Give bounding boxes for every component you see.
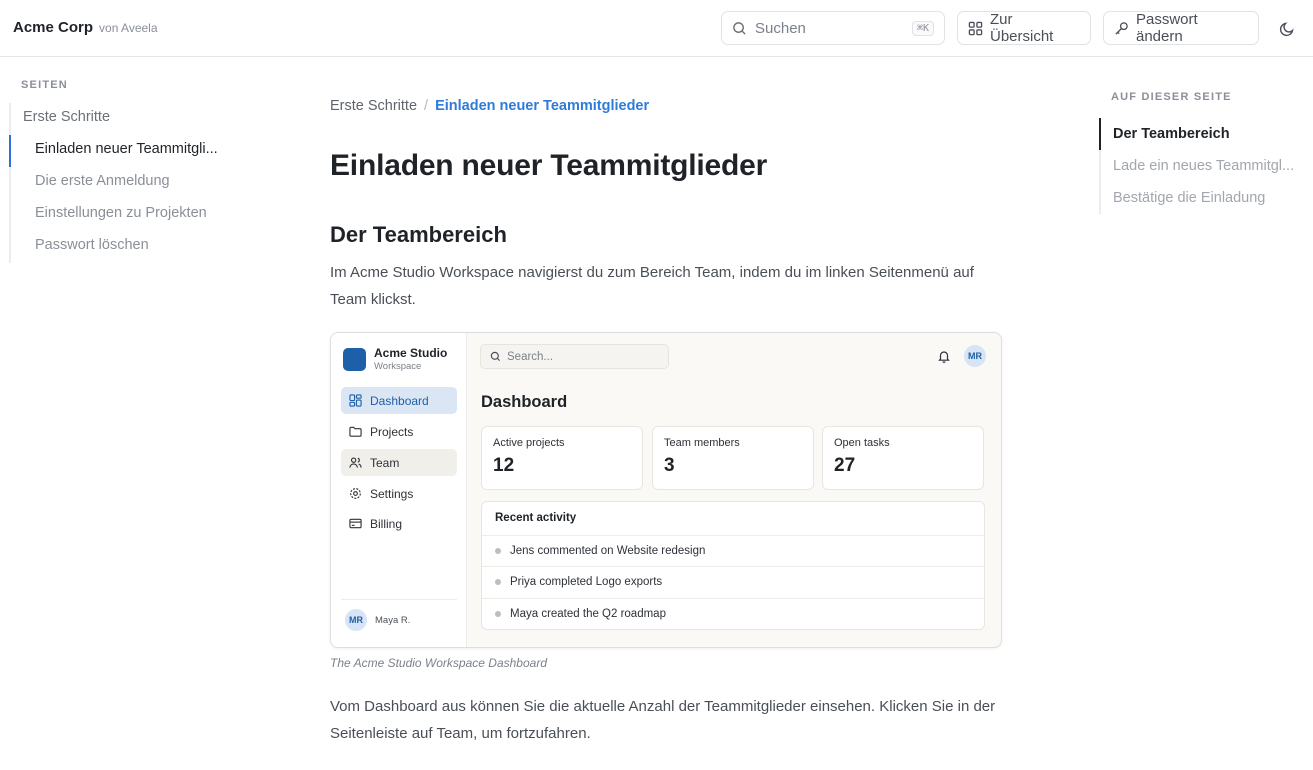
- breadcrumb-root[interactable]: Erste Schritte: [330, 98, 417, 114]
- stat-card: Team members 3: [652, 426, 814, 490]
- dashboard-icon: [349, 394, 362, 407]
- brand[interactable]: Acme Corp von Aveela: [13, 19, 158, 36]
- sidebar-track: [9, 103, 11, 263]
- stat-label: Team members: [664, 437, 740, 449]
- gear-icon: [349, 487, 362, 500]
- bullet-icon: [495, 548, 501, 554]
- moon-icon: [1279, 21, 1295, 37]
- bell-icon: [937, 349, 951, 363]
- bullet-icon: [495, 579, 501, 585]
- paragraph-2: Vom Dashboard aus können Sie die aktuell…: [330, 698, 996, 742]
- stat-value: 3: [664, 455, 675, 476]
- shot-search: Search...: [480, 344, 669, 369]
- sidebar-item-erste-anmeldung[interactable]: Die erste Anmeldung: [35, 173, 170, 189]
- activity-row: Priya completed Logo exports: [482, 566, 984, 597]
- toc-heading: AUF DIESER SEITE: [1111, 91, 1232, 103]
- sidebar-item-passwort-loeschen[interactable]: Passwort löschen: [35, 237, 149, 253]
- activity-text: Priya completed Logo exports: [510, 576, 663, 588]
- sidebar-item-erste-schritte[interactable]: Erste Schritte: [23, 109, 110, 125]
- search-shortcut: ⌘K: [911, 20, 934, 36]
- overview-button[interactable]: Zur Übersicht: [957, 11, 1091, 45]
- sidebar-item-einladen[interactable]: Einladen neuer Teammitgli...: [35, 141, 230, 157]
- overview-label: Zur Übersicht: [990, 11, 1054, 45]
- stat-label: Open tasks: [834, 437, 890, 449]
- bullet-icon: [495, 611, 501, 617]
- shot-nav-team: Team: [341, 449, 457, 476]
- shot-divider: [341, 599, 457, 600]
- search-icon: [490, 351, 501, 362]
- stat-label: Active projects: [493, 437, 565, 449]
- shot-dashboard-title: Dashboard: [481, 393, 568, 411]
- search-input[interactable]: Suchen ⌘K: [721, 11, 945, 45]
- sidebar-active-indicator: [9, 135, 11, 167]
- section-title: Der Teambereich: [330, 222, 507, 247]
- workspace-logo: [343, 348, 366, 371]
- breadcrumb-separator: /: [424, 98, 429, 114]
- shot-sidebar: Acme Studio Workspace Dashboard Projects…: [331, 333, 467, 647]
- search-placeholder: Suchen: [755, 19, 806, 37]
- theme-toggle-button[interactable]: [1277, 19, 1297, 39]
- shot-search-placeholder: Search...: [507, 350, 554, 363]
- image-caption: The Acme Studio Workspace Dashboard: [330, 656, 547, 670]
- toc-item-teambereich[interactable]: Der Teambereich: [1113, 126, 1305, 142]
- search-icon: [732, 21, 747, 36]
- shot-nav-billing: Billing: [341, 510, 457, 537]
- shot-nav-label: Dashboard: [370, 393, 429, 408]
- activity-row: Jens commented on Website redesign: [482, 535, 984, 566]
- sidebar-item-einstellungen[interactable]: Einstellungen zu Projekten: [35, 205, 207, 221]
- change-password-button[interactable]: Passwort ändern: [1103, 11, 1259, 45]
- stat-value: 12: [493, 455, 515, 476]
- stat-card: Open tasks 27: [822, 426, 984, 490]
- folder-icon: [349, 425, 362, 438]
- dashboard-screenshot: Acme Studio Workspace Dashboard Projects…: [330, 332, 1002, 648]
- toc-active-indicator: [1099, 118, 1101, 150]
- stat-value: 27: [834, 455, 856, 476]
- workspace-sub: Workspace: [374, 361, 422, 372]
- recent-activity-card: Recent activity Jens commented on Websit…: [481, 501, 985, 630]
- shot-user-name: Maya R.: [375, 615, 411, 626]
- breadcrumb-current[interactable]: Einladen neuer Teammitglieder: [435, 98, 649, 114]
- change-password-label: Passwort ändern: [1136, 11, 1198, 45]
- shot-nav-settings: Settings: [341, 480, 457, 507]
- toc-item-bestaetige[interactable]: Bestätige die Einladung: [1113, 190, 1305, 206]
- key-icon: [1114, 21, 1129, 36]
- grid-icon: [968, 21, 983, 36]
- shot-nav-dashboard: Dashboard: [341, 387, 457, 414]
- shot-nav-label: Billing: [370, 516, 403, 531]
- activity-title: Recent activity: [495, 512, 577, 524]
- users-icon: [349, 456, 362, 469]
- activity-row: Maya created the Q2 roadmap: [482, 598, 984, 629]
- paragraph-1: Im Acme Studio Workspace navigierst du z…: [330, 264, 974, 308]
- sidebar-heading: SEITEN: [21, 79, 68, 91]
- toc-item-lade-ein[interactable]: Lade ein neues Teammitgl...: [1113, 158, 1305, 174]
- shot-avatar: MR: [964, 345, 986, 367]
- brand-sub: von Aveela: [99, 21, 158, 35]
- stat-card: Active projects 12: [481, 426, 643, 490]
- workspace-name: Acme Studio: [374, 346, 448, 360]
- shot-nav-label: Settings: [370, 486, 414, 501]
- brand-name: Acme Corp: [13, 19, 94, 36]
- page-title: Einladen neuer Teammitglieder: [330, 149, 768, 182]
- top-header: Acme Corp von Aveela Suchen ⌘K Zur Übers…: [0, 0, 1313, 57]
- shot-nav-label: Team: [370, 455, 400, 470]
- activity-text: Jens commented on Website redesign: [510, 545, 706, 557]
- shot-user-avatar: MR: [345, 609, 367, 631]
- activity-text: Maya created the Q2 roadmap: [510, 608, 666, 620]
- credit-card-icon: [349, 517, 362, 530]
- breadcrumb: Erste Schritte / Einladen neuer Teammitg…: [330, 98, 649, 114]
- shot-nav-projects: Projects: [341, 418, 457, 445]
- shot-nav-label: Projects: [370, 424, 414, 439]
